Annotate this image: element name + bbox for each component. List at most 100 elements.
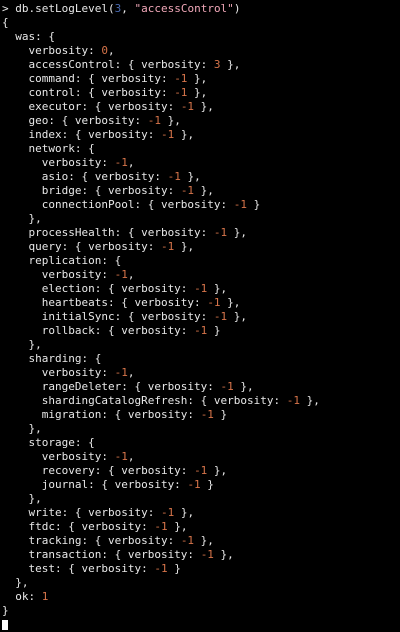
token-text: verbosity: <box>2 366 115 379</box>
terminal-line: migration: { verbosity: -1 } <box>2 408 400 422</box>
token-text: election: { verbosity: <box>2 282 195 295</box>
token-text: rangeDeleter: { verbosity: <box>2 380 221 393</box>
token-num: -1 <box>114 268 128 281</box>
input-line[interactable] <box>2 618 400 632</box>
token-text: verbosity: <box>2 156 115 169</box>
terminal-line: storage: { <box>2 436 400 450</box>
token-text: index: { verbosity: <box>2 128 161 141</box>
token-text: }, <box>187 72 208 85</box>
terminal-line: command: { verbosity: -1 }, <box>2 72 400 86</box>
token-text: migration: { verbosity: <box>2 408 201 421</box>
token-text: }, <box>233 380 254 393</box>
token-text: control: { verbosity: <box>2 86 175 99</box>
token-text: } <box>207 324 221 337</box>
token-text: replication: { <box>2 254 122 267</box>
token-num: -1 <box>180 184 195 197</box>
terminal-line: recovery: { verbosity: -1 }, <box>2 464 400 478</box>
terminal-line: }, <box>2 492 400 506</box>
token-text: , <box>121 2 135 15</box>
token-num: -1 <box>174 86 188 99</box>
token-num: -1 <box>200 548 214 561</box>
token-str: "accessControl" <box>134 2 234 15</box>
token-text: }, <box>227 310 248 323</box>
token-text: shardingCatalogRefresh: { verbosity: <box>2 394 287 407</box>
token-text: was: { <box>2 30 55 43</box>
token-text: }, <box>2 212 42 225</box>
token-text: transaction: { verbosity: <box>2 548 201 561</box>
terminal-line: shardingCatalogRefresh: { verbosity: -1 … <box>2 394 400 408</box>
terminal-line: }, <box>2 338 400 352</box>
token-text: , <box>107 44 115 57</box>
token-text: sharding: { <box>2 352 102 365</box>
token-text: }, <box>174 128 195 141</box>
token-text: } <box>213 408 228 421</box>
token-text: write: { verbosity: <box>2 506 161 519</box>
token-text: }, <box>220 58 241 71</box>
token-num: -1 <box>194 464 208 477</box>
token-num: -1 <box>174 72 188 85</box>
token-text: rollback: { verbosity: <box>2 324 195 337</box>
token-text: }, <box>174 240 195 253</box>
token-text: geo: { verbosity: <box>2 114 148 127</box>
terminal-line: tracking: { verbosity: -1 }, <box>2 534 400 548</box>
terminal-line: { <box>2 16 400 30</box>
token-num: -1 <box>160 240 175 253</box>
token-num: -1 <box>213 310 228 323</box>
token-num: -1 <box>167 170 181 183</box>
token-text: } <box>167 562 181 575</box>
cursor[interactable] <box>2 620 8 630</box>
terminal-line: rollback: { verbosity: -1 } <box>2 324 400 338</box>
terminal-line: replication: { <box>2 254 400 268</box>
token-num: -1 <box>154 520 168 533</box>
terminal-window[interactable]: > db.setLogLevel(3, "accessControl"){ wa… <box>0 0 400 630</box>
terminal-line: query: { verbosity: -1 }, <box>2 240 400 254</box>
token-text: }, <box>167 520 188 533</box>
token-text: }, <box>194 100 214 113</box>
token-text: ftdc: { verbosity: <box>2 520 155 533</box>
token-text: accessControl: { verbosity: <box>2 58 214 71</box>
token-text: }, <box>300 394 320 407</box>
token-num: -1 <box>160 506 175 519</box>
terminal-line: }, <box>2 576 400 590</box>
token-text: }, <box>194 184 214 197</box>
token-text: heartbeats: { verbosity: <box>2 296 208 309</box>
token-text: }, <box>227 226 248 239</box>
terminal-line: verbosity: -1, <box>2 366 400 380</box>
token-text: }, <box>2 492 42 505</box>
token-text: }, <box>220 296 241 309</box>
token-text: }, <box>174 506 195 519</box>
token-num: -1 <box>187 478 201 491</box>
terminal-line: initialSync: { verbosity: -1 }, <box>2 310 400 324</box>
token-num: -1 <box>114 450 128 463</box>
terminal-line: write: { verbosity: -1 }, <box>2 506 400 520</box>
token-text: }, <box>2 576 29 589</box>
token-text: query: { verbosity: <box>2 240 161 253</box>
token-text: }, <box>187 86 208 99</box>
token-num: -1 <box>114 156 128 169</box>
token-text: } <box>247 198 261 211</box>
token-text: }, <box>207 464 228 477</box>
token-num: -1 <box>194 324 208 337</box>
terminal-line: index: { verbosity: -1 }, <box>2 128 400 142</box>
terminal-line: } <box>2 604 400 618</box>
terminal-line: }, <box>2 212 400 226</box>
token-text: , <box>127 450 135 463</box>
terminal-line: election: { verbosity: -1 }, <box>2 282 400 296</box>
terminal-line: processHealth: { verbosity: -1 }, <box>2 226 400 240</box>
terminal-line: verbosity: -1, <box>2 450 400 464</box>
terminal-line: was: { <box>2 30 400 44</box>
token-text: network: { <box>2 142 95 155</box>
token-num: -1 <box>114 366 128 379</box>
token-num: 0 <box>101 44 108 57</box>
terminal-line: ok: 1 <box>2 590 400 604</box>
token-text: recovery: { verbosity: <box>2 464 195 477</box>
token-num: -1 <box>286 394 301 407</box>
terminal-line: asio: { verbosity: -1 }, <box>2 170 400 184</box>
terminal-line: transaction: { verbosity: -1 }, <box>2 548 400 562</box>
terminal-line: heartbeats: { verbosity: -1 }, <box>2 296 400 310</box>
terminal-line: > db.setLogLevel(3, "accessControl") <box>2 2 400 16</box>
token-text: , <box>127 268 135 281</box>
token-text: }, <box>194 534 214 547</box>
terminal-line: journal: { verbosity: -1 } <box>2 478 400 492</box>
token-num: -1 <box>147 114 161 127</box>
